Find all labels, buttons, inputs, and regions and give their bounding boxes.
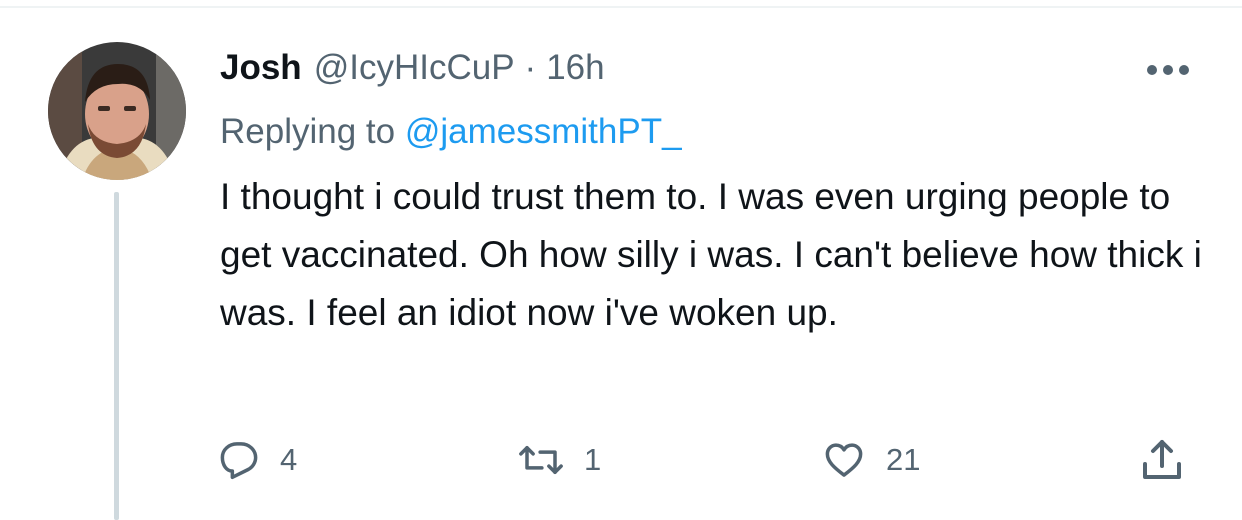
thread-connector-line bbox=[114, 192, 119, 520]
retweet-button[interactable]: 1 bbox=[518, 432, 601, 488]
like-button[interactable]: 21 bbox=[822, 432, 920, 488]
share-button[interactable] bbox=[1138, 432, 1186, 488]
header-separator: · bbox=[524, 48, 537, 87]
reply-button[interactable]: 4 bbox=[218, 432, 297, 488]
retweet-icon bbox=[519, 446, 563, 474]
reply-icon bbox=[220, 442, 258, 480]
tweet-header: Josh @IcyHIcCuP · 16h bbox=[220, 44, 605, 92]
tweet-timestamp[interactable]: 16h bbox=[546, 48, 604, 87]
author-display-name[interactable]: Josh bbox=[220, 48, 302, 87]
retweet-count: 1 bbox=[584, 442, 602, 477]
more-horizontal-icon[interactable] bbox=[1144, 58, 1192, 82]
replying-to-handle-link[interactable]: @jamessmithPT_ bbox=[405, 112, 682, 151]
avatar-image bbox=[48, 42, 186, 180]
avatar[interactable] bbox=[48, 42, 186, 180]
replying-to-prefix: Replying to bbox=[220, 112, 396, 151]
reply-count: 4 bbox=[280, 442, 298, 477]
tweet-text: I thought i could trust them to. I was e… bbox=[220, 176, 1213, 333]
top-divider bbox=[0, 6, 1242, 8]
like-count: 21 bbox=[886, 442, 921, 477]
share-icon bbox=[1143, 440, 1181, 479]
heart-icon bbox=[825, 443, 863, 477]
author-handle[interactable]: @IcyHIcCuP bbox=[314, 48, 515, 87]
replying-to-line: Replying to @jamessmithPT_ bbox=[220, 108, 682, 156]
